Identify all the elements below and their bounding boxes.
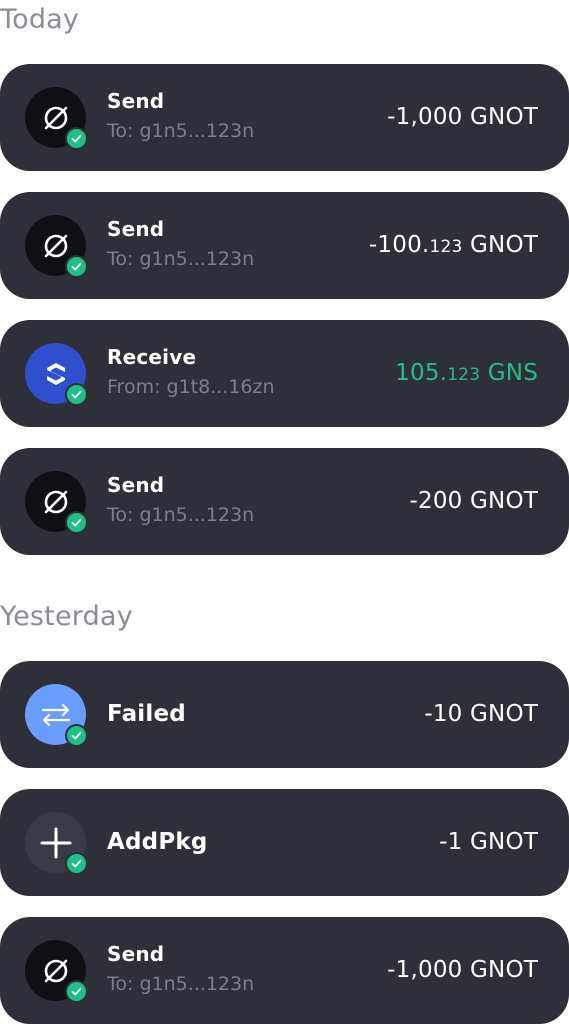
success-check-icon: [65, 255, 88, 278]
transaction-history: Today Send To: g1n5...123n -1,000 GNOT S…: [0, 0, 569, 1024]
plus-icon: [25, 812, 88, 875]
success-check-icon: [65, 511, 88, 534]
success-check-icon: [65, 383, 88, 406]
gnot-token-icon: [25, 471, 88, 534]
gnot-token-icon: [25, 940, 88, 1003]
transaction-item[interactable]: AddPkg -1 GNOT: [0, 789, 569, 896]
transaction-address: To: g1n5...123n: [107, 120, 255, 142]
transaction-amount: -100.123 GNOT: [368, 232, 538, 258]
transaction-amount: -200 GNOT: [409, 488, 538, 514]
section-title-yesterday: Yesterday: [0, 601, 133, 632]
transaction-item[interactable]: Receive From: g1t8...16zn 105.123 GNS: [0, 320, 569, 427]
transaction-amount: 105.123 GNS: [395, 360, 538, 386]
transaction-item[interactable]: Send To: g1n5...123n -1,000 GNOT: [0, 64, 569, 171]
success-check-icon: [65, 980, 88, 1003]
section-title-today: Today: [0, 4, 80, 35]
transaction-item[interactable]: Send To: g1n5...123n -200 GNOT: [0, 448, 569, 555]
transaction-item[interactable]: Send To: g1n5...123n -100.123 GNOT: [0, 192, 569, 299]
success-check-icon: [65, 852, 88, 875]
transaction-type: Receive: [107, 345, 197, 369]
transaction-amount: -10 GNOT: [424, 701, 538, 727]
gnot-token-icon: [25, 215, 88, 278]
transaction-type: Send: [107, 89, 165, 113]
transaction-amount: -1 GNOT: [439, 829, 538, 855]
transaction-amount: -1,000 GNOT: [387, 104, 538, 130]
transaction-type: Failed: [107, 701, 186, 727]
transaction-address: To: g1n5...123n: [107, 973, 255, 995]
transaction-item[interactable]: Failed -10 GNOT: [0, 661, 569, 768]
transaction-address: To: g1n5...123n: [107, 248, 255, 270]
transaction-type: Send: [107, 942, 165, 966]
transaction-type: Send: [107, 217, 165, 241]
gnot-token-icon: [25, 87, 88, 150]
transaction-address: To: g1n5...123n: [107, 504, 255, 526]
transaction-address: From: g1t8...16zn: [107, 376, 275, 398]
transaction-type: Send: [107, 473, 165, 497]
success-check-icon: [65, 724, 88, 747]
transaction-type: AddPkg: [107, 829, 208, 855]
gns-token-icon: [25, 343, 88, 406]
transaction-amount: -1,000 GNOT: [387, 957, 538, 983]
transaction-item[interactable]: Send To: g1n5...123n -1,000 GNOT: [0, 917, 569, 1024]
swap-arrows-icon: [25, 684, 88, 747]
success-check-icon: [65, 127, 88, 150]
